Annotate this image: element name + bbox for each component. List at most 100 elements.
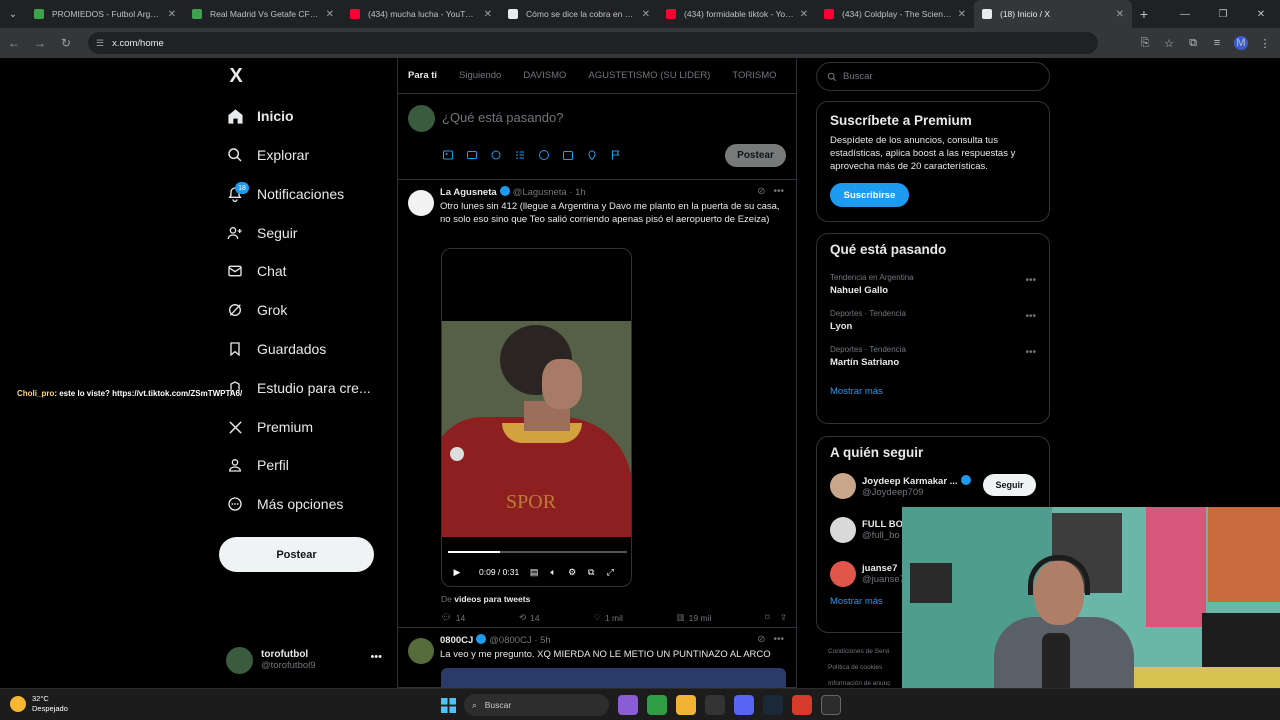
more-dots-icon[interactable]: ••• xyxy=(1025,347,1036,358)
play-icon[interactable]: ▶ xyxy=(450,565,464,579)
gif-icon[interactable] xyxy=(466,149,478,161)
close-tab-icon[interactable]: ✕ xyxy=(1116,9,1124,20)
close-tab-icon[interactable]: ✕ xyxy=(326,9,334,20)
volume-icon[interactable]: 🔈︎ xyxy=(546,565,560,579)
close-window-icon[interactable]: ✕ xyxy=(1242,0,1280,28)
nav-item-chat[interactable]: Chat xyxy=(226,258,287,284)
grok-icon[interactable]: ⊘ xyxy=(757,186,765,197)
source-link[interactable]: videos para tweets xyxy=(454,594,530,604)
poll-icon[interactable] xyxy=(514,149,526,161)
tweet-time[interactable]: · 5h xyxy=(534,635,550,646)
composer-post-button[interactable]: Postear xyxy=(725,144,786,167)
settings-icon[interactable]: ⚙︎ xyxy=(565,565,579,579)
author-name[interactable]: La Agusneta xyxy=(440,187,497,198)
views-button[interactable]: ▥ 19 mil xyxy=(677,612,712,623)
search-input[interactable]: Buscar xyxy=(816,62,1050,91)
nav-item-inicio[interactable]: Inicio xyxy=(226,103,294,129)
browser-tab[interactable]: (434) mucha lucha - YouTube ✕ xyxy=(342,0,500,28)
trend-item[interactable]: Tendencia en Argentina Nahuel Gallo ••• xyxy=(830,273,1036,296)
new-tab-icon[interactable]: + xyxy=(1132,6,1156,22)
nav-item-explorar[interactable]: Explorar xyxy=(226,142,309,168)
profile-avatar[interactable]: M xyxy=(1234,36,1248,50)
grok-icon[interactable]: ⊘ xyxy=(757,634,765,645)
nav-item-estudio[interactable]: Estudio para cre... xyxy=(226,375,371,401)
pip-icon[interactable]: ⧉ xyxy=(584,565,598,579)
tab-davismo[interactable]: DAVISMO xyxy=(523,70,566,81)
nav-item-perfil[interactable]: Perfil xyxy=(226,452,289,478)
trend-item[interactable]: Deportes · Tendencia Martín Satriano ••• xyxy=(830,345,1036,368)
browser-tab-active[interactable]: (18) Inicio / X ✕ xyxy=(974,0,1132,28)
windows-start-icon[interactable] xyxy=(440,697,456,713)
browser-tab[interactable]: Cómo se dice la cobra en difer ✕ xyxy=(500,0,658,28)
schedule-icon[interactable] xyxy=(562,149,574,161)
nav-item-seguir[interactable]: Seguir xyxy=(226,220,297,246)
x-logo-icon[interactable]: X xyxy=(226,65,246,87)
close-tab-icon[interactable]: ✕ xyxy=(484,9,492,20)
taskbar-search[interactable]: ⌕ Buscar xyxy=(464,694,609,716)
avatar[interactable] xyxy=(408,190,434,216)
video-player[interactable]: SPOR ▶ 0:09 / 0:31 ▤ 🔈︎ ⚙︎ ⧉ ⤢ xyxy=(441,248,632,587)
composer-input[interactable]: ¿Qué está pasando? xyxy=(442,110,563,125)
tweet[interactable]: 0800CJ @0800CJ · 5h ⊘ ••• La veo y me pre… xyxy=(398,628,796,688)
show-more-trends[interactable]: Mostrar más xyxy=(830,386,1036,397)
follow-suggestion[interactable]: Joydeep Karmakar ... @Joydeep709 Seguir xyxy=(830,464,1036,508)
image-icon[interactable] xyxy=(442,149,454,161)
file-explorer-icon[interactable] xyxy=(676,695,696,715)
tab-torismo[interactable]: TORISMO xyxy=(732,70,776,81)
back-icon[interactable]: ← xyxy=(2,31,26,55)
tweet-media[interactable] xyxy=(441,668,786,688)
follow-button[interactable]: Seguir xyxy=(983,474,1036,496)
avatar[interactable] xyxy=(408,638,434,664)
flag-icon[interactable] xyxy=(610,149,622,161)
browser-tab[interactable]: (434) formidable tiktok - YouTu ✕ xyxy=(658,0,816,28)
tab-para-ti[interactable]: Para ti xyxy=(408,70,437,81)
nav-item-mas-opciones[interactable]: Más opciones xyxy=(226,491,343,517)
tab-search-icon[interactable]: ⌄ xyxy=(0,0,26,28)
author-name[interactable]: 0800CJ xyxy=(440,635,473,646)
bookmark-icon[interactable]: ⌑ xyxy=(765,612,769,623)
nav-item-notificaciones[interactable]: 18 Notificaciones xyxy=(226,181,344,207)
browser-menu-icon[interactable]: ⋮ xyxy=(1258,36,1272,50)
nav-item-premium[interactable]: Premium xyxy=(226,414,313,440)
fullscreen-icon[interactable]: ⤢ xyxy=(603,565,617,579)
location-icon[interactable] xyxy=(586,149,598,161)
browser-tab[interactable]: PROMIEDOS - Futbol Argentino ✕ xyxy=(26,0,184,28)
browser-tab[interactable]: (434) Coldplay - The Scientist (✕ xyxy=(816,0,974,28)
nav-item-guardados[interactable]: Guardados xyxy=(226,336,326,362)
more-dots-icon[interactable]: ••• xyxy=(773,634,784,645)
trend-item[interactable]: Deportes · Tendencia Lyon ••• xyxy=(830,309,1036,332)
teams-icon[interactable] xyxy=(618,695,638,715)
terminal-icon[interactable] xyxy=(821,695,841,715)
maximize-icon[interactable]: ❐ xyxy=(1204,0,1242,28)
close-tab-icon[interactable]: ✕ xyxy=(958,9,966,20)
footer-link[interactable]: Información de anunc xyxy=(828,680,891,687)
like-button[interactable]: ♡ 1 mil xyxy=(593,612,623,623)
reply-button[interactable]: 💬︎ 14 xyxy=(441,612,465,623)
reading-list-icon[interactable]: ≡ xyxy=(1210,36,1224,50)
captions-icon[interactable]: ▤ xyxy=(527,565,541,579)
footer-link[interactable]: Política de cookies xyxy=(828,664,882,671)
repost-button[interactable]: ⟲ 14 xyxy=(519,612,540,623)
site-info-icon[interactable]: ☰ xyxy=(96,38,104,49)
install-app-icon[interactable]: ⎘ xyxy=(1138,36,1152,50)
chrome-icon[interactable] xyxy=(647,695,667,715)
forward-icon[interactable]: → xyxy=(28,31,52,55)
tab-agustetismo[interactable]: AGUSTETISMO (SU LIDER) xyxy=(588,70,710,81)
subscribe-button[interactable]: Suscribirse xyxy=(830,183,909,207)
close-tab-icon[interactable]: ✕ xyxy=(800,9,808,20)
tweet[interactable]: La Agusneta @Lagusneta · 1h ⊘ ••• Otro lu… xyxy=(398,180,796,628)
browser-tab[interactable]: Real Madrid Vs Getafe CF - Res✕ xyxy=(184,0,342,28)
more-dots-icon[interactable]: ••• xyxy=(370,651,382,663)
bookmark-star-icon[interactable]: ☆ xyxy=(1162,36,1176,50)
more-dots-icon[interactable]: ••• xyxy=(1025,275,1036,286)
tweet-time[interactable]: · 1h xyxy=(569,187,585,198)
obs-icon[interactable] xyxy=(705,695,725,715)
extensions-icon[interactable]: ⧉ xyxy=(1186,36,1200,50)
discord-icon[interactable] xyxy=(734,695,754,715)
close-tab-icon[interactable]: ✕ xyxy=(642,9,650,20)
author-handle[interactable]: @Lagusneta xyxy=(513,187,567,198)
account-switcher[interactable]: torofutbol @torofutbol9 ••• xyxy=(226,645,386,675)
post-button[interactable]: Postear xyxy=(219,537,374,572)
address-bar[interactable]: ☰ x.com/home xyxy=(88,32,1098,54)
footer-link[interactable]: Condiciones de Servi xyxy=(828,648,889,655)
